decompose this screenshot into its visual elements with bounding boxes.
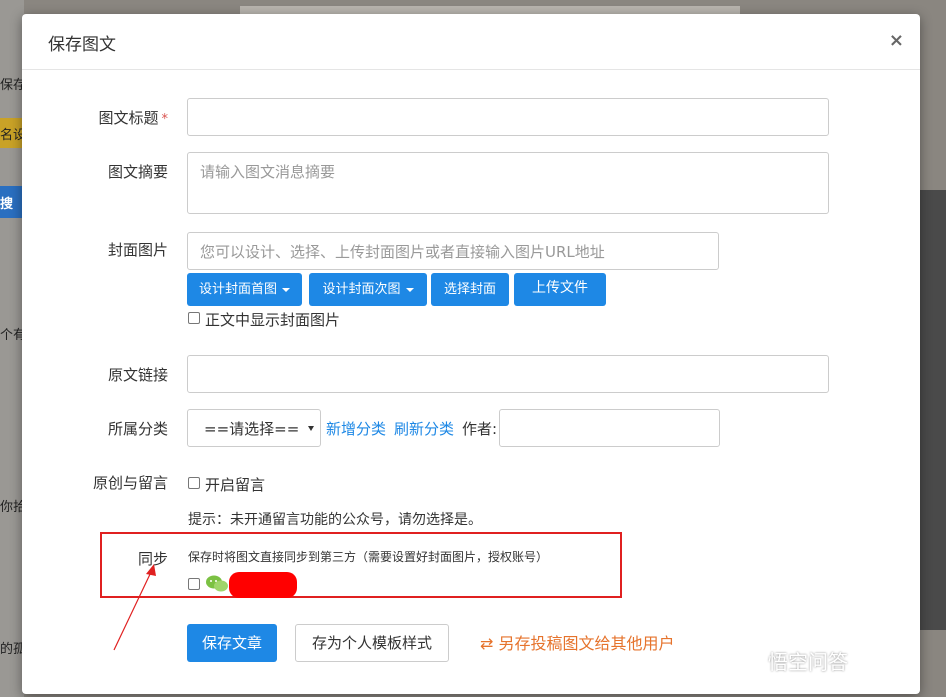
show-cover-checkbox[interactable] xyxy=(188,312,200,324)
save-template-button[interactable]: 存为个人模板样式 xyxy=(295,624,449,662)
required-mark: * xyxy=(161,112,169,127)
annotation-arrow-icon xyxy=(113,564,156,651)
redacted-account-name xyxy=(229,572,297,598)
cover-url-input[interactable]: 您可以设计、选择、上传封面图片或者直接输入图片URL地址 xyxy=(187,232,719,270)
author-input[interactable] xyxy=(499,409,720,447)
background-tab-5: 你拾 xyxy=(0,500,24,515)
upload-file-button[interactable]: 上传文件 xyxy=(514,273,606,306)
enable-comment-label: 开启留言 xyxy=(205,476,266,494)
background-right-panel xyxy=(920,190,946,630)
modal-title: 保存图文 xyxy=(48,35,116,55)
save-article-button[interactable]: 保存文章 xyxy=(187,624,277,662)
background-tab-4: 个有 xyxy=(0,328,24,343)
category-selected-value: ==请选择== xyxy=(204,420,300,438)
background-left-panel xyxy=(0,0,24,697)
dropdown-caret-icon xyxy=(282,287,290,292)
design-second-cover-label: 设计封面次图 xyxy=(322,282,401,297)
design-first-cover-label: 设计封面首图 xyxy=(198,282,277,297)
author-label: 作者: xyxy=(462,420,498,438)
title-input[interactable] xyxy=(187,98,829,136)
transfer-icon: ⇄ xyxy=(480,634,494,653)
wechat-icon xyxy=(206,575,228,592)
design-second-cover-button[interactable]: 设计封面次图 xyxy=(309,273,427,306)
original-link-input[interactable] xyxy=(187,355,829,393)
title-label: 图文标题 * xyxy=(22,107,168,128)
category-select[interactable]: ==请选择== xyxy=(187,409,321,447)
transfer-article-link[interactable]: ⇄ 另存投稿图文给其他用户 xyxy=(480,630,675,654)
enable-comment-checkbox[interactable] xyxy=(188,477,200,489)
modal-header: 保存图文 × xyxy=(22,14,920,70)
show-cover-label: 正文中显示封面图片 xyxy=(205,311,341,329)
original-comment-label: 原创与留言 xyxy=(92,474,168,492)
cover-label: 封面图片 xyxy=(107,241,168,259)
background-tab-6: 的孤 xyxy=(0,642,24,657)
sync-highlight-box xyxy=(100,532,622,598)
wechat-sync-checkbox[interactable] xyxy=(188,578,200,590)
comment-tip: 提示：未开通留言功能的公众号，请勿选择是。 xyxy=(188,512,482,528)
dropdown-caret-icon xyxy=(405,287,414,292)
category-label: 所属分类 xyxy=(107,420,168,438)
choose-cover-button[interactable]: 选择封面 xyxy=(431,273,509,306)
sync-description: 保存时将图文直接同步到第三方（需要设置好封面图片，授权账号） xyxy=(188,550,549,564)
transfer-link-text: 另存投稿图文给其他用户 xyxy=(498,634,675,653)
background-tab-2: 名设 xyxy=(0,128,24,143)
design-first-cover-button[interactable]: 设计封面首图 xyxy=(187,273,302,306)
watermark: 悟空问答 xyxy=(768,650,848,674)
background-tab-1: 保存 xyxy=(0,78,24,93)
original-link-label: 原文链接 xyxy=(107,366,168,384)
close-button[interactable]: × xyxy=(889,30,904,51)
select-caret-icon xyxy=(308,426,314,431)
background-tab-3: 搜 xyxy=(0,197,14,212)
refresh-category-link[interactable]: 刷新分类 xyxy=(394,418,454,439)
add-category-link[interactable]: 新增分类 xyxy=(326,418,386,439)
summary-textarea[interactable]: 请输入图文消息摘要 xyxy=(187,152,829,214)
title-label-text: 图文标题 xyxy=(98,109,159,127)
summary-label: 图文摘要 xyxy=(107,163,168,181)
